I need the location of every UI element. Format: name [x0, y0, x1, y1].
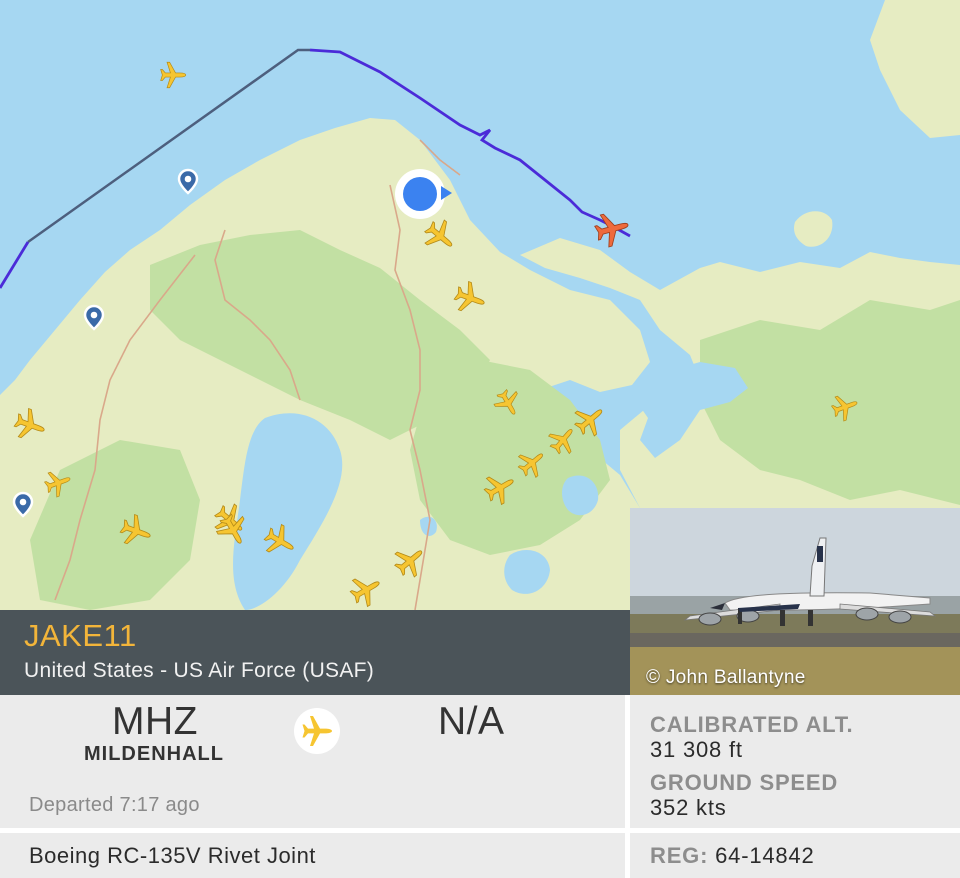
aircraft-photo[interactable]: © John Ballantyne [630, 508, 960, 695]
airplane-icon [294, 708, 340, 754]
registration-label: REG: [650, 843, 709, 868]
calibrated-alt-value: 31 308 ft [650, 737, 743, 762]
calibrated-alt-label: CALIBRATED ALT. [650, 712, 854, 737]
origin-name[interactable]: MILDENHALL [84, 743, 224, 766]
registration[interactable]: REG: 64-14842 [650, 843, 815, 869]
ground-speed-label: GROUND SPEED [650, 770, 839, 795]
photo-credit: © John Ballantyne [646, 667, 806, 688]
flight-details-panel: MHZ MILDENHALL N/A Departed 7:17 ago CAL… [0, 695, 960, 878]
flight-map[interactable]: JAKE11 United States - US Air Force (USA… [0, 0, 960, 695]
origin-code[interactable]: MHZ [112, 700, 198, 744]
horizontal-divider [0, 828, 960, 833]
operator-name: United States - US Air Force (USAF) [24, 659, 375, 682]
flight-info-banner[interactable]: JAKE11 United States - US Air Force (USA… [0, 610, 630, 695]
ground-speed-value: 352 kts [650, 795, 727, 820]
registration-value: 64-14842 [715, 843, 815, 868]
callsign: JAKE11 [24, 618, 137, 653]
vertical-divider [625, 695, 630, 878]
departed-time: Departed 7:17 ago [29, 794, 200, 816]
aircraft-type[interactable]: Boeing RC-135V Rivet Joint [29, 843, 316, 869]
destination-code[interactable]: N/A [438, 700, 505, 744]
